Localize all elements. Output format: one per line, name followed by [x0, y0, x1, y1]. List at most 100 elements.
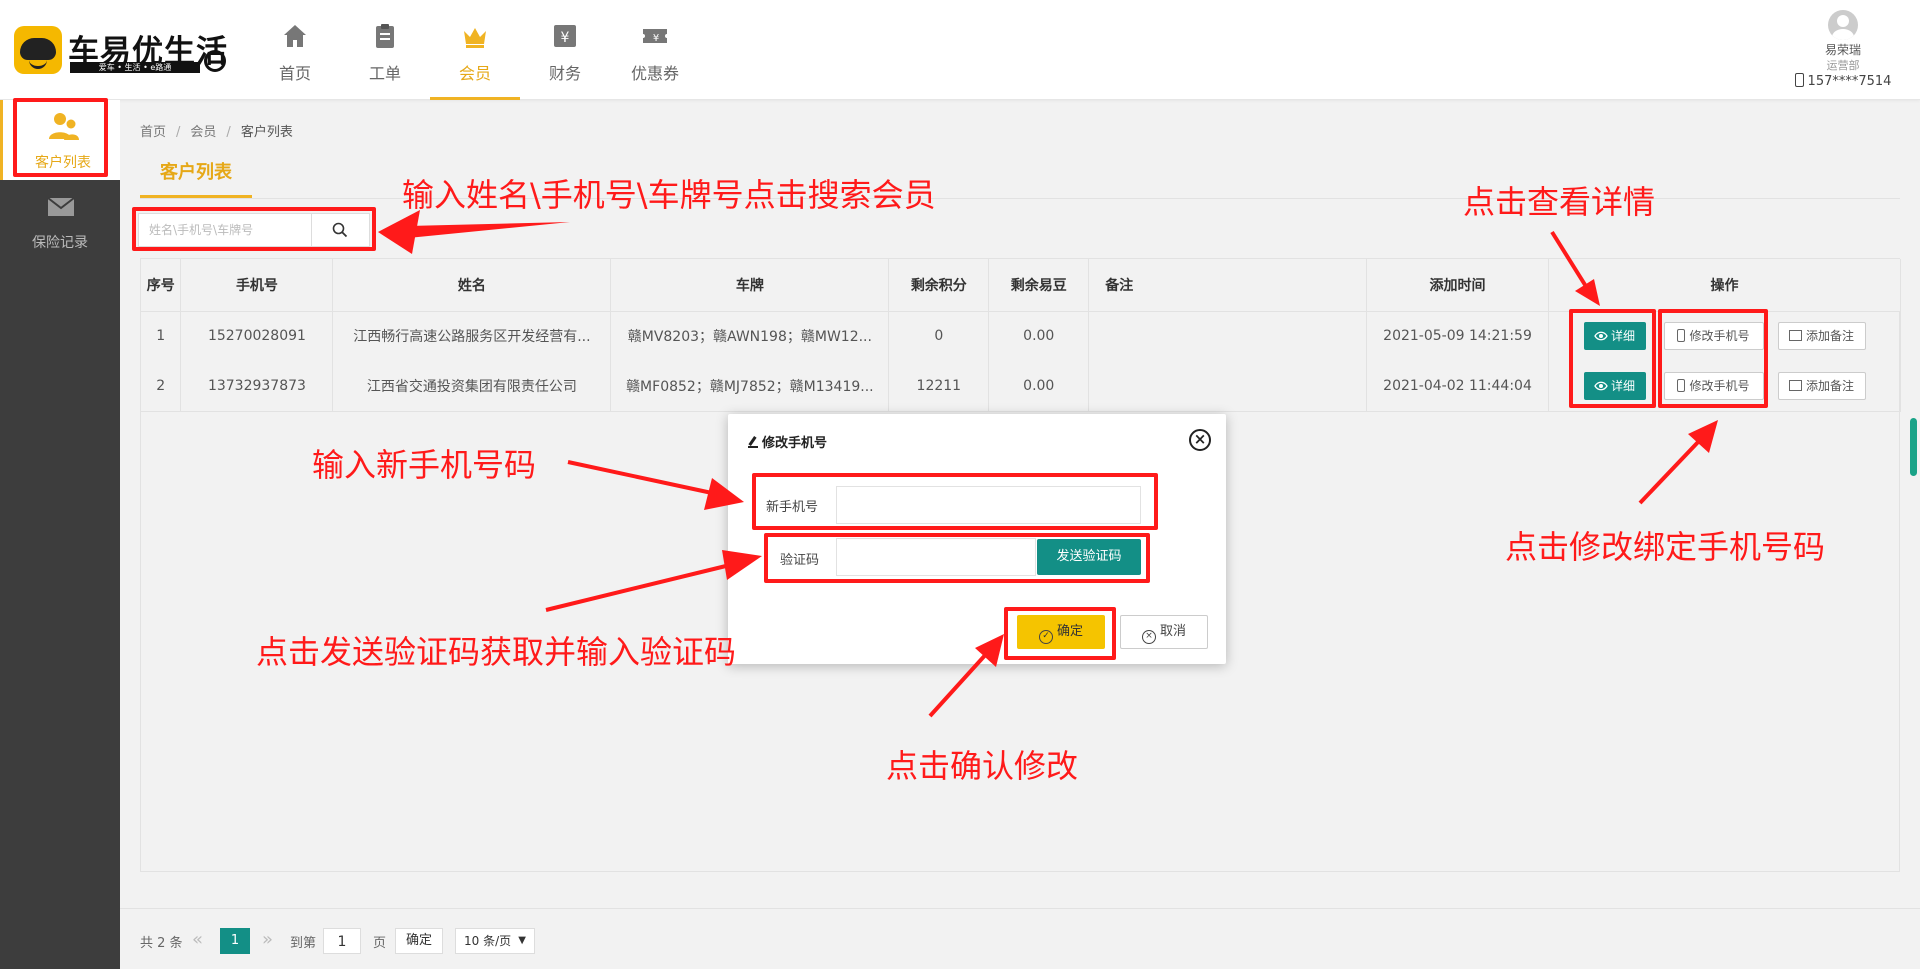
cell-points: 12211 [888, 361, 990, 412]
cell-time: 2021-05-09 14:21:59 [1366, 311, 1549, 361]
brand-logo[interactable]: 车易优生活 爱车 • 生活 • e路通 [14, 24, 227, 78]
sidebar-item-insurance-records[interactable]: 保险记录 [0, 180, 120, 260]
check-circle-icon: ✓ [1038, 630, 1053, 644]
annotation-new-phone: 输入新手机号码 [312, 446, 537, 484]
new-phone-input[interactable] [836, 486, 1141, 524]
cell-phone: 13732937873 [180, 361, 334, 412]
logo-wheel-icon [204, 50, 226, 72]
close-button[interactable]: × [1189, 429, 1211, 451]
coupon-icon: ¥ [643, 29, 667, 44]
send-code-button[interactable]: 发送验证码 [1037, 539, 1141, 575]
cell-name: 江西畅行高速公路服务区开发经营有... [332, 311, 612, 361]
dialog-title: 修改手机号 [748, 432, 827, 451]
breadcrumb-current: 客户列表 [240, 125, 293, 140]
close-icon: × [1193, 430, 1207, 448]
search-box [138, 213, 370, 247]
pagination-goto-input[interactable]: 1 [323, 928, 361, 954]
page-size-select[interactable]: 10 条/页 ▼ [455, 928, 535, 954]
top-nav: 首页 工单 会员 ¥ 财务 ¥ 优惠券 [250, 0, 700, 100]
page-scrollbar[interactable] [1910, 418, 1917, 476]
logo-mascot-icon [14, 26, 62, 74]
cell-plates: 赣MV8203；赣AWN198；赣MW12... [610, 311, 890, 361]
column-header: 车牌 [610, 259, 890, 312]
breadcrumb-section[interactable]: 会员 [190, 125, 216, 140]
close-circle-icon: × [1141, 630, 1156, 644]
cell-beans: 0.00 [988, 311, 1090, 361]
top-header: 车易优生活 爱车 • 生活 • e路通 首页 工单 会员 ¥ 财务 ¥ 优惠券 … [0, 0, 1920, 100]
pagination-go-button[interactable]: 确定 [395, 928, 443, 954]
detail-button[interactable]: 详细 [1583, 322, 1646, 351]
nav-label: 工单 [368, 64, 401, 83]
sidebar: 客户列表 保险记录 [0, 100, 120, 969]
cell-note [1088, 361, 1368, 412]
annotation-search: 输入姓名\手机号\车牌号点击搜索会员 [402, 176, 936, 214]
svg-text:¥: ¥ [653, 33, 659, 44]
user-department: 运营部 [1826, 59, 1860, 72]
column-header: 序号 [141, 259, 182, 312]
sidebar-item-label: 保险记录 [32, 235, 88, 251]
sidebar-item-customer-list[interactable]: 客户列表 [0, 100, 120, 180]
cell-actions: 详细 修改手机号 添加备注 [1548, 361, 1901, 412]
add-note-label: 添加备注 [1805, 378, 1854, 393]
cancel-label: 取消 [1159, 624, 1186, 639]
nav-label: 财务 [548, 64, 581, 83]
pagination-total: 共 2 条 [140, 936, 183, 951]
arrow-search-head [378, 210, 420, 254]
home-icon [284, 25, 306, 47]
search-input[interactable] [139, 214, 309, 246]
arrow-search [378, 222, 570, 238]
edit-phone-button[interactable]: 修改手机号 [1663, 322, 1764, 351]
calendar-icon [1788, 330, 1802, 342]
pagination-current-page[interactable]: 1 [220, 928, 250, 954]
yen-icon: ¥ [554, 25, 576, 47]
calendar-icon [1788, 379, 1802, 391]
column-header: 剩余积分 [888, 259, 990, 312]
cell-note [1088, 311, 1368, 361]
pagination-prev-button[interactable]: « [192, 929, 203, 950]
dialog-title-text: 修改手机号 [762, 436, 828, 451]
brand-tagline: 爱车 • 生活 • e路通 [70, 62, 200, 73]
edit-phone-button[interactable]: 修改手机号 [1663, 371, 1764, 400]
confirm-button[interactable]: ✓ 确定 [1017, 615, 1105, 649]
nav-home[interactable]: 首页 [250, 0, 340, 100]
table-header-row: 序号 手机号 姓名 车牌 剩余积分 剩余易豆 备注 添加时间 操作 [141, 259, 1901, 312]
nav-coupon[interactable]: ¥ 优惠券 [610, 0, 700, 100]
chevron-down-icon: ▼ [518, 935, 526, 946]
user-profile[interactable]: 易荣瑞 运营部 157****7514 [1788, 10, 1898, 92]
verify-code-input[interactable] [836, 538, 1036, 576]
cell-name: 江西省交通投资集团有限责任公司 [332, 361, 612, 412]
svg-text:¥: ¥ [561, 30, 570, 46]
cell-plates: 赣MF0852；赣MJ7852；赣M13419... [610, 361, 890, 412]
column-header: 手机号 [180, 259, 334, 312]
nav-workorder[interactable]: 工单 [340, 0, 430, 100]
cell-time: 2021-04-02 11:44:04 [1366, 361, 1549, 412]
column-header: 添加时间 [1366, 259, 1549, 312]
search-button[interactable] [311, 214, 369, 246]
annotation-detail: 点击查看详情 [1463, 183, 1656, 221]
detail-label: 详细 [1610, 378, 1635, 393]
detail-button[interactable]: 详细 [1583, 371, 1646, 400]
edit-phone-label: 修改手机号 [1689, 329, 1750, 344]
page-size-value: 10 条/页 [464, 934, 512, 948]
pagination-goto-label: 到第 [290, 936, 317, 951]
breadcrumb-home[interactable]: 首页 [140, 125, 166, 140]
tab-customer-list[interactable]: 客户列表 [140, 158, 252, 198]
add-note-button[interactable]: 添加备注 [1777, 322, 1866, 351]
edit-phone-label: 修改手机号 [1689, 378, 1750, 393]
cell-actions: 详细 修改手机号 添加备注 [1548, 311, 1901, 361]
phone-icon [1794, 73, 1804, 87]
column-header: 姓名 [332, 259, 612, 312]
cell-phone: 15270028091 [180, 311, 334, 361]
nav-member[interactable]: 会员 [430, 0, 520, 100]
user-name: 易荣瑞 [1824, 43, 1861, 57]
add-note-button[interactable]: 添加备注 [1777, 371, 1866, 400]
clipboard-icon [376, 24, 394, 48]
mail-icon [47, 197, 75, 216]
detail-label: 详细 [1610, 329, 1635, 344]
avatar[interactable] [1828, 10, 1858, 40]
nav-finance[interactable]: ¥ 财务 [520, 0, 610, 100]
cancel-button[interactable]: × 取消 [1120, 615, 1208, 649]
pagination-next-button[interactable]: » [262, 929, 273, 950]
confirm-label: 确定 [1056, 624, 1083, 639]
phone-icon [1677, 329, 1686, 343]
